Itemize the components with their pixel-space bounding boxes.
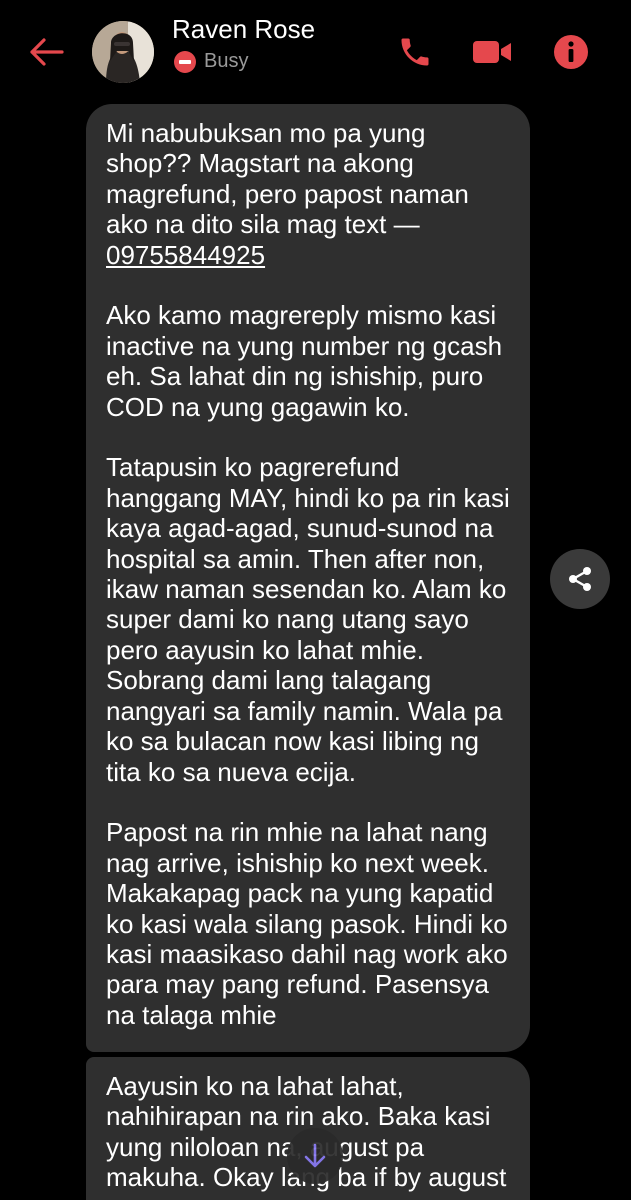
- avatar-photo: [92, 21, 154, 83]
- presence-status: Busy: [174, 50, 248, 73]
- scroll-to-bottom-button[interactable]: [287, 1128, 343, 1184]
- arrow-down-icon: [304, 1143, 326, 1168]
- message-paragraph: Mi nabubuksan mo pa yung shop?? Magstart…: [106, 118, 510, 270]
- phone-number-link[interactable]: 09755844925: [106, 240, 265, 270]
- avatar[interactable]: [92, 21, 154, 83]
- busy-status-icon: [174, 50, 196, 73]
- voice-call-button[interactable]: [393, 30, 437, 74]
- message-bubble[interactable]: Mi nabubuksan mo pa yung shop?? Magstart…: [86, 104, 530, 1052]
- back-button[interactable]: [24, 30, 68, 74]
- message-paragraph: Ako kamo magrereply mismo kasi inactive …: [106, 300, 503, 422]
- share-message-button[interactable]: [550, 549, 610, 609]
- message-text: Mi nabubuksan mo pa yung shop?? Magstart…: [106, 118, 469, 240]
- message-paragraph: Tatapusin ko pagrerefund hanggang MAY, h…: [106, 452, 510, 787]
- back-arrow-icon: [30, 38, 64, 66]
- video-call-button[interactable]: [470, 30, 514, 74]
- chat-screen: Raven Rose Busy Mi nabubuksan mo pa yung…: [0, 0, 631, 1200]
- share-icon: [569, 567, 591, 591]
- video-camera-icon: [473, 41, 511, 63]
- phone-icon: [401, 38, 429, 66]
- message-paragraph: Papost na rin mhie na lahat nang nag arr…: [106, 817, 508, 1030]
- chat-header: Raven Rose Busy: [0, 0, 631, 100]
- info-icon: [554, 35, 588, 69]
- conversation-info-button[interactable]: [549, 30, 593, 74]
- contact-name[interactable]: Raven Rose: [172, 14, 315, 45]
- status-text: Busy: [204, 50, 249, 72]
